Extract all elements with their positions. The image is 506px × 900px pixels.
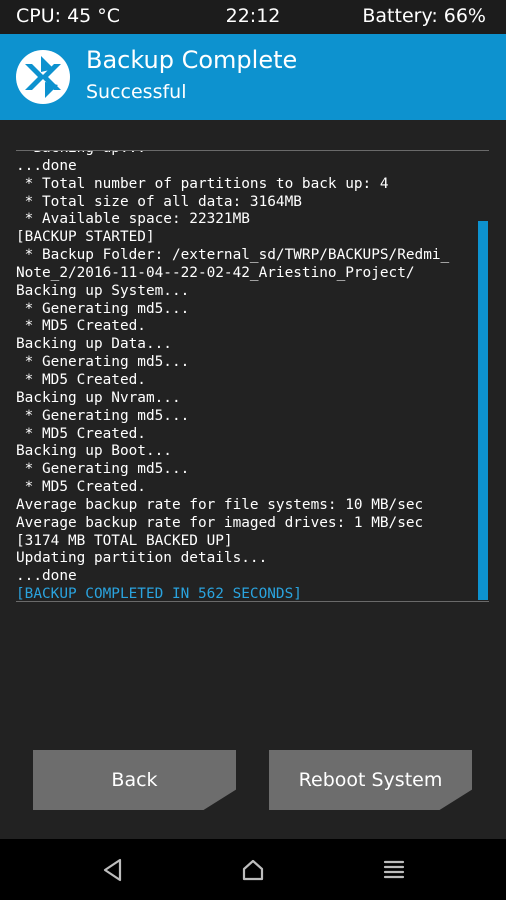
console-line: * MD5 Created. [16, 479, 146, 496]
console-line: Backing up System... [16, 282, 190, 299]
home-icon[interactable] [240, 857, 266, 883]
console-line: * Available space: 22321MB [16, 211, 250, 228]
console-line: * MD5 Created. [16, 425, 146, 442]
console-line: * MD5 Created. [16, 318, 146, 335]
console-line: Backing up Data... [16, 336, 172, 353]
console-line: * Generating md5... [16, 300, 190, 317]
console-line: Backing up Nvram... [16, 389, 181, 406]
console-line: * MD5 Created. [16, 371, 146, 388]
console-line: Updating partition details... [16, 550, 268, 567]
console-lines: * Backing up......done * Total number of… [16, 151, 450, 602]
console-line: * Total size of all data: 3164MB [16, 193, 302, 210]
twrp-logo-icon [16, 50, 70, 104]
console-line: [3174 MB TOTAL BACKED UP] [16, 532, 233, 549]
header-banner: Backup Complete Successful [0, 34, 506, 120]
battery-level: Battery: 66% [362, 5, 486, 27]
console-log: * Backing up......done * Total number of… [16, 150, 489, 602]
page-title: Backup Complete [86, 46, 298, 74]
reboot-system-button[interactable]: Reboot System [269, 750, 472, 810]
console-line: [BACKUP COMPLETED IN 562 SECONDS] [16, 586, 302, 602]
console-line: ...done [16, 157, 77, 174]
console-line: * Backing up... [16, 151, 449, 158]
page-subtitle: Successful [86, 81, 187, 103]
console-line: Average backup rate for imaged drives: 1… [16, 514, 424, 531]
menu-icon[interactable] [381, 857, 407, 883]
back-triangle-icon[interactable] [100, 857, 126, 883]
console-line: * Generating md5... [16, 461, 190, 478]
status-bar: CPU: 45 °C 22:12 Battery: 66% [0, 0, 506, 34]
back-button[interactable]: Back [33, 750, 236, 810]
console-line: Backing up Boot... [16, 443, 172, 460]
console-scrollbar[interactable] [478, 221, 488, 600]
console-line: * Generating md5... [16, 354, 190, 371]
console-line: * Backup Folder: /external_sd/TWRP/BACKU… [16, 247, 450, 264]
console-line: * Generating md5... [16, 407, 190, 424]
navigation-bar [0, 839, 506, 900]
console-line: ...done [16, 568, 77, 585]
console-line: Note_2/2016-11-04--22-02-42_Ariestino_Pr… [16, 264, 415, 281]
console-line: [BACKUP STARTED] [16, 229, 155, 246]
console-line: * Total number of partitions to back up:… [16, 175, 389, 192]
console-line: Average backup rate for file systems: 10… [16, 496, 424, 513]
